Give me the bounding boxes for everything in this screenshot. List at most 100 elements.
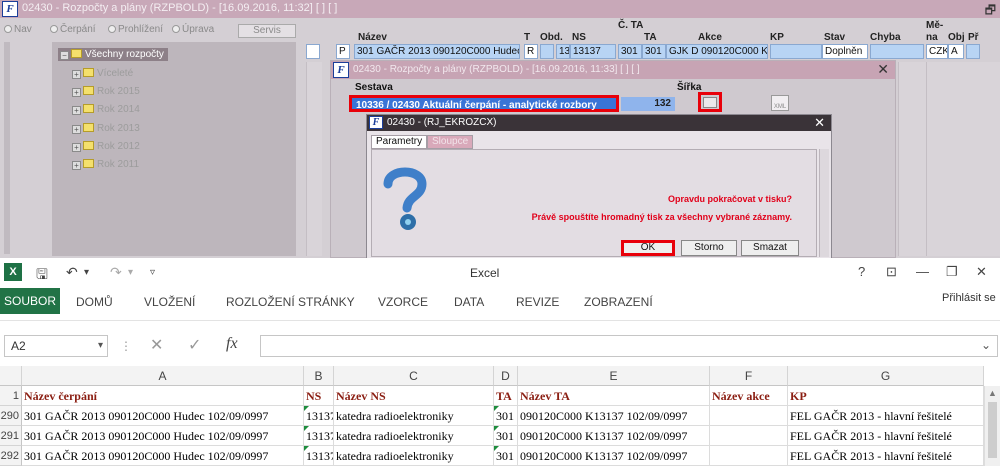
minimize-icon[interactable]: —	[916, 264, 929, 279]
formula-input[interactable]: ⌄	[260, 335, 998, 357]
expand-icon[interactable]: +	[72, 88, 81, 97]
tab-zobrazeni[interactable]: ZOBRAZENÍ	[584, 295, 653, 309]
expand-icon[interactable]: +	[72, 161, 81, 170]
col-header-obj[interactable]: Obj	[948, 32, 965, 43]
sestava-value[interactable]: 10336 / 02430 Aktuální čerpání - analyti…	[349, 95, 619, 112]
tab-domu[interactable]: DOMŮ	[76, 295, 113, 309]
collapse-icon[interactable]: −	[60, 51, 69, 60]
row-cell-chyba[interactable]	[870, 44, 924, 59]
table-cell[interactable]: 301 GAČR 2013 090120C000 Hudec 102/09/09…	[22, 406, 304, 426]
restore-icon[interactable]: ❐	[946, 264, 958, 280]
row-cell-pr[interactable]	[966, 44, 980, 59]
tree-item-viceleté[interactable]: + Víceleté	[72, 68, 133, 79]
column-header-c[interactable]: C	[334, 366, 494, 386]
xml-export-icon[interactable]: XML	[771, 95, 789, 111]
cell-header-nazev-ns[interactable]: Název NS	[334, 386, 494, 406]
column-header-g[interactable]: G	[788, 366, 984, 386]
ribbon-display-icon[interactable]: ⊡	[886, 264, 897, 280]
table-cell[interactable]: 301	[494, 446, 518, 466]
row-cell-ns[interactable]: 13137	[570, 44, 616, 59]
cancel-entry-icon[interactable]: ✕	[150, 335, 163, 355]
tree-item-rok-2012[interactable]: + Rok 2012	[72, 141, 140, 152]
table-cell[interactable]	[710, 426, 788, 446]
row-header[interactable]: 290	[0, 406, 22, 426]
print-button[interactable]	[698, 92, 722, 112]
column-header-d[interactable]: D	[494, 366, 518, 386]
name-box[interactable]: A2 ▾	[4, 335, 108, 357]
cell-header-nazev-akce[interactable]: Název akce	[710, 386, 788, 406]
tab-soubor[interactable]: SOUBOR	[0, 288, 60, 314]
table-cell[interactable]	[710, 446, 788, 466]
tab-rozlozeni-stranky[interactable]: ROZLOŽENÍ STRÁNKY	[226, 295, 355, 309]
insert-function-icon[interactable]: fx	[226, 335, 238, 353]
cell-header-ta[interactable]: TA	[494, 386, 518, 406]
col-header-stav[interactable]: Stav	[824, 32, 845, 43]
expand-icon[interactable]: +	[72, 125, 81, 134]
row-cell-obd-empty[interactable]	[540, 44, 554, 59]
tree-item-rok-2013[interactable]: + Rok 2013	[72, 123, 140, 134]
col-header-c-ta[interactable]: Č. TA	[618, 20, 644, 32]
table-cell[interactable]: katedra radioelektroniky	[334, 406, 494, 426]
col-header-nazev[interactable]: Název	[358, 32, 387, 43]
row-cell-obd[interactable]: 13	[556, 44, 570, 59]
cell-header-ns[interactable]: NS	[304, 386, 334, 406]
tab-data[interactable]: DATA	[454, 295, 484, 309]
confirm-entry-icon[interactable]: ✓	[188, 335, 201, 355]
tree-item-rok-2015[interactable]: + Rok 2015	[72, 86, 140, 97]
cerpani-radio[interactable]: Čerpání	[50, 24, 96, 35]
cell-header-nazev-ta[interactable]: Název TA	[518, 386, 710, 406]
sign-in-link[interactable]: Přihlásit se	[942, 292, 996, 304]
row-header[interactable]: 292	[0, 446, 22, 466]
row-cell-nazev[interactable]: 301 GAČR 2013 090120C000 Hudec	[354, 44, 520, 59]
tab-vzorce[interactable]: VZORCE	[378, 295, 428, 309]
row-header[interactable]: 1	[0, 386, 22, 406]
row-cell-ta[interactable]: 301	[642, 44, 666, 59]
chevron-down-icon[interactable]: ▾	[98, 336, 103, 356]
tab-sloupce[interactable]: Sloupce	[427, 135, 474, 149]
scroll-thumb[interactable]	[988, 402, 997, 458]
table-cell[interactable]: katedra radioelektroniky	[334, 426, 494, 446]
chevron-down-icon[interactable]: ⌄	[981, 338, 991, 352]
restore-window-icon[interactable]: 🗗	[985, 1, 996, 22]
customize-toolbar-icon[interactable]: ▿	[150, 267, 155, 278]
tab-vlozeni[interactable]: VLOŽENÍ	[144, 295, 195, 309]
row-checkbox[interactable]	[306, 44, 320, 59]
col-header-mena[interactable]: Mě-na	[926, 20, 946, 44]
close-icon[interactable]: ✕	[877, 61, 889, 78]
table-cell[interactable]: 090120C000 K13137 102/09/0997	[518, 446, 710, 466]
tree-item-rok-2011[interactable]: + Rok 2011	[72, 159, 139, 170]
table-cell[interactable]: 090120C000 K13137 102/09/0997	[518, 426, 710, 446]
select-all-corner[interactable]	[0, 366, 22, 386]
expand-icon[interactable]: +	[72, 106, 81, 115]
close-icon[interactable]: ✕	[976, 264, 987, 280]
column-header-b[interactable]: B	[304, 366, 334, 386]
col-header-ta[interactable]: TA	[644, 32, 657, 43]
row-cell-mena[interactable]: CZK	[926, 44, 948, 59]
cell-header-kp[interactable]: KP	[788, 386, 984, 406]
expand-icon[interactable]: +	[72, 70, 81, 79]
table-cell[interactable]: 13137	[304, 426, 334, 446]
undo-icon[interactable]: ↶	[66, 264, 78, 281]
undo-dropdown-icon[interactable]: ▾	[84, 267, 89, 278]
redo-dropdown-icon[interactable]: ▾	[128, 267, 133, 278]
table-cell[interactable]: FEL GAČR 2013 - hlavní řešitelé	[788, 446, 984, 466]
table-cell[interactable]: 301	[494, 426, 518, 446]
cell-header-nazev-cerpani[interactable]: Název čerpání	[22, 386, 304, 406]
ok-button[interactable]: OK	[621, 240, 675, 256]
col-header-ns[interactable]: NS	[572, 32, 586, 43]
row-cell-stav[interactable]: Doplněn	[822, 44, 868, 59]
row-cell-t[interactable]: R	[524, 44, 538, 59]
servis-button[interactable]: Servis	[238, 24, 296, 38]
table-cell[interactable]: 090120C000 K13137 102/09/0997	[518, 406, 710, 426]
column-header-e[interactable]: E	[518, 366, 710, 386]
column-header-a[interactable]: A	[22, 366, 304, 386]
table-cell[interactable]: FEL GAČR 2013 - hlavní řešitelé	[788, 406, 984, 426]
save-icon[interactable]: 🖫	[36, 264, 48, 288]
tree-item-rok-2014[interactable]: + Rok 2014	[72, 104, 140, 115]
row-header[interactable]: 291	[0, 426, 22, 446]
table-cell[interactable]: FEL GAČR 2013 - hlavní řešitelé	[788, 426, 984, 446]
col-header-akce[interactable]: Akce	[698, 32, 722, 43]
close-icon[interactable]: ✕	[814, 115, 825, 131]
uprava-radio[interactable]: Úprava	[172, 24, 214, 35]
smazat-button[interactable]: Smazat	[741, 240, 799, 256]
